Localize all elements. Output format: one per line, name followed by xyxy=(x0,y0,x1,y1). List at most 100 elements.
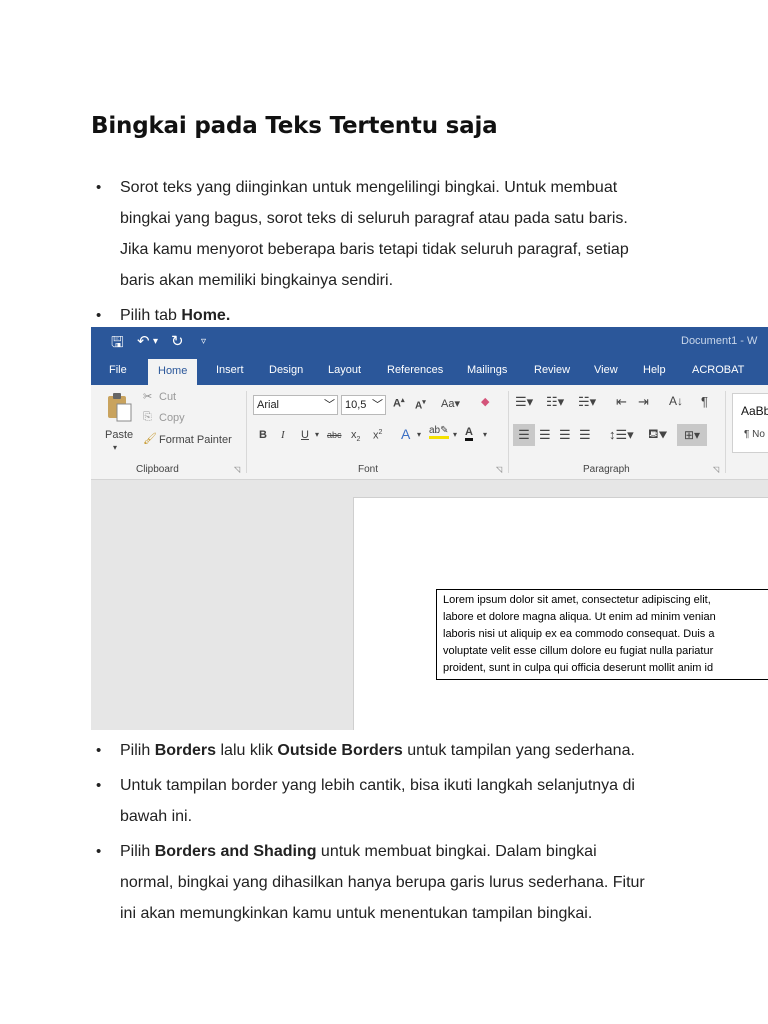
list-item-line: Untuk tampilan border yang lebih cantik,… xyxy=(120,777,635,794)
highlight-dropdown-icon[interactable]: ▾ xyxy=(453,430,457,439)
underline-icon[interactable]: U xyxy=(301,429,309,441)
divider xyxy=(725,391,726,473)
format-painter-button[interactable]: Format Painter xyxy=(159,434,232,446)
tab-layout[interactable]: Layout xyxy=(328,355,361,385)
list-item-text: lalu klik xyxy=(216,742,278,759)
font-launcher-icon[interactable]: ◹ xyxy=(496,465,502,474)
font-size-value: 10,5 xyxy=(345,399,367,411)
cut-button[interactable]: Cut xyxy=(159,391,176,403)
sort-icon[interactable]: A↓ xyxy=(669,394,683,408)
text-effects-dropdown-icon[interactable]: ▾ xyxy=(417,430,421,439)
document-line: Lorem ipsum dolor sit amet, consectetur … xyxy=(443,594,711,606)
divider xyxy=(508,391,509,473)
document-line: voluptate velit esse cillum dolore eu fu… xyxy=(443,645,714,657)
tab-acrobat[interactable]: ACROBAT xyxy=(692,355,744,385)
subscript-icon[interactable]: x2 xyxy=(351,429,360,443)
list-item: Pilih Borders and Shading untuk membuat … xyxy=(96,836,696,929)
tab-home[interactable]: Home xyxy=(148,359,198,385)
save-icon[interactable]: 🖫 xyxy=(111,332,124,357)
word-screenshot: 🖫 ↶ ▾ ↻ ▿ Document1 - W File Home Insert… xyxy=(91,327,768,730)
list-item-line: Sorot teks yang diinginkan untuk mengeli… xyxy=(120,179,618,196)
paste-icon xyxy=(108,393,132,422)
list-item-line: bawah ini. xyxy=(120,808,193,825)
bordered-paragraph[interactable]: Lorem ipsum dolor sit amet, consectetur … xyxy=(436,589,768,680)
justify-icon[interactable]: ☰ xyxy=(579,427,591,443)
align-left-icon[interactable]: ☰ xyxy=(513,424,535,446)
shrink-font-icon[interactable]: A▾ xyxy=(415,398,426,411)
grow-font-icon[interactable]: A▴ xyxy=(393,396,404,410)
font-name-input[interactable]: Arial ﹀ xyxy=(253,395,338,415)
ribbon-tabs: File Home Insert Design Layout Reference… xyxy=(91,355,768,385)
tab-file[interactable]: File xyxy=(109,355,127,385)
tab-references[interactable]: References xyxy=(387,355,443,385)
shading-icon[interactable]: ⛾▾ xyxy=(648,426,667,444)
copy-icon[interactable]: ⎘ xyxy=(143,411,152,424)
text-effects-icon[interactable]: A xyxy=(401,426,410,442)
instruction-list-top: Sorot teks yang diinginkan untuk mengeli… xyxy=(96,172,696,331)
align-right-icon[interactable]: ☰ xyxy=(559,427,571,443)
clipboard-launcher-icon[interactable]: ◹ xyxy=(234,465,240,474)
list-item-line: Jika kamu menyorot beberapa baris tetapi… xyxy=(120,241,629,258)
list-item-text: Pilih xyxy=(120,742,155,759)
paragraph-launcher-icon[interactable]: ◹ xyxy=(713,465,719,474)
strikethrough-icon[interactable]: abc xyxy=(327,430,342,440)
tab-design[interactable]: Design xyxy=(269,355,303,385)
style-normal-label: ¶ No xyxy=(744,429,765,440)
customize-qat-icon[interactable]: ▿ xyxy=(201,336,206,347)
list-item-text: Pilih xyxy=(120,843,155,860)
tab-help[interactable]: Help xyxy=(643,355,666,385)
list-item-text: Pilih tab xyxy=(120,307,182,324)
show-formatting-icon[interactable]: ¶ xyxy=(701,394,708,409)
format-painter-icon[interactable]: 🖌 xyxy=(143,432,157,445)
undo-dropdown-icon[interactable]: ▾ xyxy=(153,336,158,347)
italic-icon[interactable]: I xyxy=(281,429,285,441)
decrease-indent-icon[interactable]: ⇤ xyxy=(616,394,627,410)
increase-indent-icon[interactable]: ⇥ xyxy=(638,394,649,410)
list-item-text: untuk membuat bingkai. Dalam bingkai xyxy=(316,843,597,860)
list-item-line: ini akan memungkinkan kamu untuk menentu… xyxy=(120,905,593,922)
chevron-down-icon: ﹀ xyxy=(372,399,383,411)
clear-formatting-icon[interactable]: ◆ xyxy=(481,395,489,408)
quick-access-toolbar: 🖫 ↶ ▾ ↻ ▿ Document1 - W xyxy=(91,327,768,355)
change-case-icon[interactable]: Aa▾ xyxy=(441,397,460,410)
underline-dropdown-icon[interactable]: ▾ xyxy=(315,430,319,439)
style-normal-tile[interactable]: AaBb ¶ No xyxy=(732,393,768,453)
font-group-label: Font xyxy=(358,464,379,475)
tab-view[interactable]: View xyxy=(594,355,618,385)
font-color-icon[interactable]: A xyxy=(465,426,473,441)
list-item-bold: Home. xyxy=(181,307,231,324)
redo-icon[interactable]: ↻ xyxy=(171,332,184,350)
bold-icon[interactable]: B xyxy=(259,429,267,441)
font-size-input[interactable]: 10,5 ﹀ xyxy=(341,395,386,415)
line-spacing-icon[interactable]: ↕☰▾ xyxy=(609,427,634,443)
tab-review[interactable]: Review xyxy=(534,355,570,385)
page-title: Bingkai pada Teks Tertentu saja xyxy=(91,113,498,139)
paste-dropdown-icon[interactable]: ▾ xyxy=(113,443,117,452)
multilevel-list-icon[interactable]: ☵▾ xyxy=(578,394,596,410)
font-color-dropdown-icon[interactable]: ▾ xyxy=(483,430,487,439)
list-item: Untuk tampilan border yang lebih cantik,… xyxy=(96,770,696,832)
document-line: proident, sunt in culpa qui officia dese… xyxy=(443,662,714,674)
highlight-icon[interactable]: ab✎ xyxy=(429,425,449,439)
list-item-bold: Borders and Shading xyxy=(154,843,317,860)
document-line: laboris nisi ut aliquip ex ea commodo co… xyxy=(443,628,715,640)
paragraph-group-label: Paragraph xyxy=(583,464,630,475)
list-item-bold: Outside Borders xyxy=(277,742,403,759)
superscript-icon[interactable]: x2 xyxy=(373,429,382,442)
font-name-value: Arial xyxy=(257,399,280,411)
tab-insert[interactable]: Insert xyxy=(216,355,244,385)
align-center-icon[interactable]: ☰ xyxy=(539,427,551,443)
bullets-icon[interactable]: ☰▾ xyxy=(515,394,533,410)
cut-icon[interactable]: ✂ xyxy=(143,390,152,403)
borders-icon[interactable]: ⊞▾ xyxy=(677,424,707,446)
numbering-icon[interactable]: ☷▾ xyxy=(546,394,564,410)
undo-icon[interactable]: ↶ xyxy=(137,332,150,350)
paste-button[interactable] xyxy=(105,391,135,422)
paste-label[interactable]: Paste xyxy=(105,429,133,441)
divider xyxy=(246,391,247,473)
document-title: Document1 - W xyxy=(681,335,758,347)
clipboard-group-label: Clipboard xyxy=(136,464,179,475)
list-item-line: bingkai yang bagus, sorot teks di seluru… xyxy=(120,210,628,227)
copy-button[interactable]: Copy xyxy=(159,412,185,424)
tab-mailings[interactable]: Mailings xyxy=(467,355,507,385)
